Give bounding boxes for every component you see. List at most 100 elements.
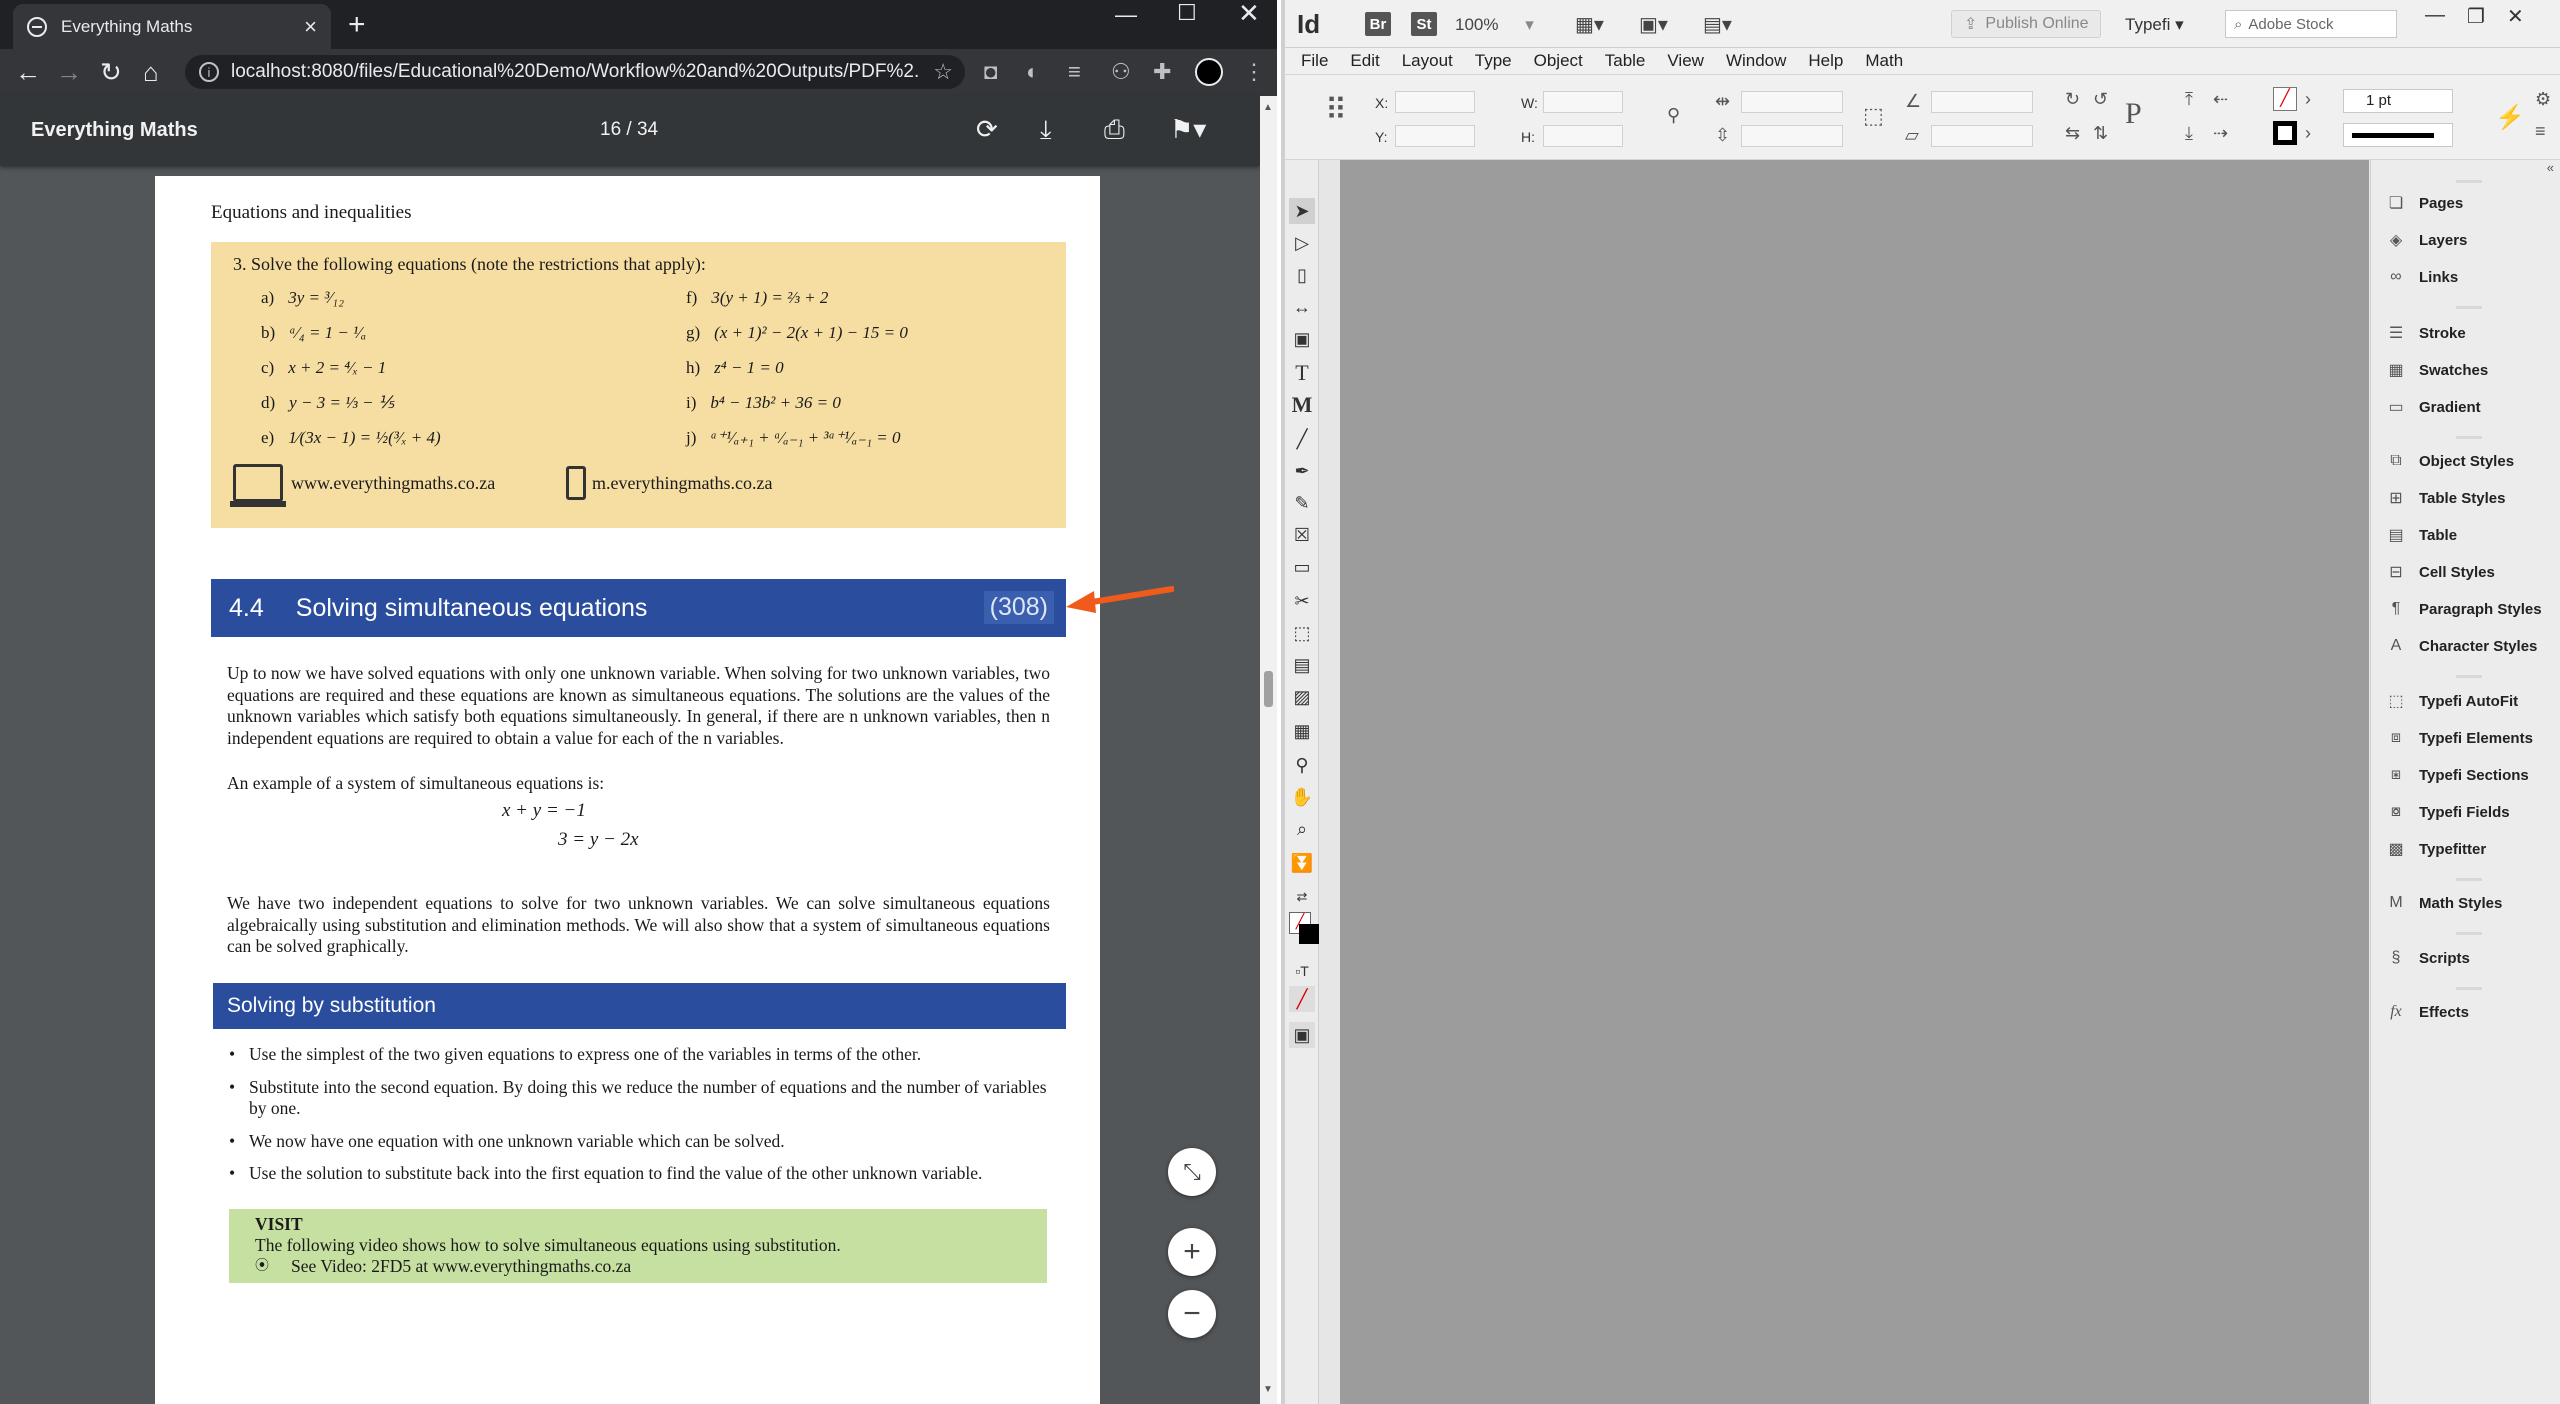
download-icon[interactable]: ⤓ (1040, 114, 1052, 146)
apply-none-icon[interactable]: ╱ (1289, 986, 1315, 1012)
page-tool-icon[interactable]: ▯ (1289, 262, 1315, 288)
gradient-feather-tool-icon[interactable]: ▨ (1289, 684, 1315, 710)
forward-icon[interactable]: → (56, 57, 82, 88)
scroll-up-icon[interactable]: ▲ (1263, 102, 1273, 113)
stroke-type-dropdown[interactable] (2343, 123, 2453, 147)
panel-table[interactable]: ▤ Table (2385, 526, 2457, 545)
shear-field[interactable] (1931, 125, 2033, 147)
scale-y-icon[interactable]: ⇳ (1715, 125, 1730, 146)
reload-icon[interactable]: ↻ (100, 57, 122, 88)
panel-menu-icon[interactable]: ≡ (2535, 121, 2546, 142)
constrain-scale-icon[interactable]: ⬚ (1863, 103, 1884, 129)
view-options-icon[interactable]: ▦▾ (1575, 12, 1604, 37)
menu-edit[interactable]: Edit (1350, 51, 1379, 71)
select-previous-icon[interactable]: ⇠ (2213, 89, 2228, 110)
menu-kebab-icon[interactable]: ⋮ (1243, 59, 1267, 84)
constrain-proportions-icon[interactable]: ⚲ (1667, 105, 1680, 126)
line-tool-icon[interactable]: ╱ (1289, 426, 1315, 452)
scroll-thumb[interactable] (1264, 671, 1273, 707)
panel-scripts[interactable]: § Scripts (2385, 949, 2470, 967)
screen-mode-icon[interactable]: ▣▾ (1639, 12, 1668, 37)
panel-typefi-fields[interactable]: ⧇ Typefi Fields (2385, 803, 2510, 821)
select-container-icon[interactable]: ⤒ (2185, 89, 2193, 110)
rotate-cw-icon[interactable]: ↻ (2065, 89, 2080, 110)
settings-gear-icon[interactable]: ⚙ (2535, 89, 2551, 110)
panel-paragraph-styles[interactable]: ¶ Paragraph Styles (2385, 600, 2542, 618)
print-icon[interactable]: ⎙ (1104, 114, 1125, 146)
collapse-panels-icon[interactable]: « (2547, 160, 2554, 175)
panel-effects[interactable]: fx Effects (2385, 1003, 2469, 1021)
extensions-puzzle-icon[interactable]: ✚ (1153, 59, 1177, 84)
circle-extension-icon[interactable]: ◐ (1026, 59, 1050, 84)
menu-help[interactable]: Help (1808, 51, 1843, 71)
minimize-icon[interactable]: — (2425, 4, 2445, 29)
panel-typefitter[interactable]: ▩ Typefitter (2385, 840, 2486, 859)
flip-vertical-icon[interactable]: ⇅ (2093, 123, 2108, 144)
eyedropper-tool-icon[interactable]: ⚲ (1289, 752, 1315, 778)
pdf-scrollbar[interactable]: ▲ ▼ (1260, 96, 1277, 1404)
maximize-icon[interactable]: ☐ (1177, 0, 1197, 25)
quick-apply-icon[interactable]: ⚡ (2495, 103, 2525, 132)
panel-stroke[interactable]: ☰ Stroke (2385, 324, 2466, 343)
video-link[interactable]: ⦿ See Video: 2FD5 at www.everythingmaths… (255, 1256, 1021, 1277)
scale-x-field[interactable] (1741, 91, 1843, 113)
back-icon[interactable]: ← (15, 57, 41, 88)
more-tools-icon[interactable]: ⏬ (1289, 850, 1315, 876)
stroke-menu-icon[interactable]: › (2305, 123, 2311, 144)
pdf-page-indicator[interactable]: 16 / 34 (600, 119, 658, 141)
x-field[interactable] (1395, 91, 1475, 113)
rotate-icon[interactable]: ⟳ (976, 114, 998, 145)
menu-file[interactable]: File (1301, 51, 1328, 71)
screen-mode-tool-icon[interactable]: ▣ (1289, 1022, 1315, 1048)
panel-object-styles[interactable]: ⧉ Object Styles (2385, 452, 2514, 470)
fill-menu-icon[interactable]: › (2305, 89, 2311, 110)
scale-y-field[interactable] (1741, 125, 1843, 147)
panel-typefi-sections[interactable]: ⧆ Typefi Sections (2385, 766, 2529, 784)
stroke-black-icon[interactable] (2273, 121, 2297, 145)
typefi-menu[interactable]: Typefi ▾ (2125, 15, 2184, 35)
new-tab-icon[interactable]: + (348, 8, 366, 42)
y-field[interactable] (1395, 125, 1475, 147)
fill-none-icon[interactable]: ╱ (2273, 87, 2297, 111)
fit-page-icon[interactable]: ⤡ (1168, 1148, 1216, 1196)
zoom-level[interactable]: 100% ▾ (1455, 15, 1534, 35)
arrange-documents-icon[interactable]: ▤▾ (1703, 12, 1732, 37)
bridge-button[interactable]: Br (1365, 12, 1391, 36)
pen-tool-icon[interactable]: ✒ (1289, 458, 1315, 484)
site-info-icon[interactable]: i (199, 62, 219, 82)
close-window-icon[interactable]: ✕ (1238, 0, 1260, 28)
camera-extension-icon[interactable]: ◘ (984, 59, 1008, 84)
shear-angle-icon[interactable]: ▱ (1905, 125, 1919, 146)
scissors-tool-icon[interactable]: ✂ (1289, 588, 1315, 614)
select-content-icon[interactable]: ⤓ (2185, 123, 2193, 144)
stock-button[interactable]: St (1411, 12, 1437, 36)
type-tool-icon[interactable]: T (1289, 360, 1315, 386)
menu-layout[interactable]: Layout (1402, 51, 1453, 71)
restore-icon[interactable]: ❐ (2467, 4, 2485, 29)
zoom-tool-icon[interactable]: ⌕ (1289, 816, 1315, 842)
scale-x-icon[interactable]: ⇹ (1715, 91, 1730, 112)
gap-tool-icon[interactable]: ↔ (1289, 294, 1315, 320)
panel-swatches[interactable]: ▦ Swatches (2385, 361, 2488, 380)
people-extension-icon[interactable]: ⚇ (1111, 59, 1135, 84)
rotate-angle-icon[interactable]: ∠ (1905, 91, 1921, 112)
rotation-field[interactable] (1931, 91, 2033, 113)
close-tab-icon[interactable]: × (304, 14, 317, 40)
bookmark-menu-icon[interactable]: ⚑▾ (1170, 114, 1206, 145)
scroll-down-icon[interactable]: ▼ (1263, 1384, 1273, 1395)
panel-character-styles[interactable]: A Character Styles (2385, 637, 2538, 655)
panel-layers[interactable]: ◈ Layers (2385, 231, 2468, 250)
panel-links[interactable]: ∞ Links (2385, 268, 2458, 286)
note-tool-icon[interactable]: ▦ (1289, 718, 1315, 744)
browser-tab[interactable]: Everything Maths × (13, 4, 331, 49)
profile-avatar[interactable] (1195, 58, 1223, 86)
panel-typefi-autofit[interactable]: ⬚ Typefi AutoFit (2385, 692, 2518, 711)
menu-math[interactable]: Math (1865, 51, 1903, 71)
w-field[interactable] (1543, 91, 1623, 113)
section-ref-link[interactable]: (308) (983, 591, 1054, 624)
pencil-tool-icon[interactable]: ✎ (1289, 490, 1315, 516)
document-pasteboard[interactable] (1340, 160, 2369, 1404)
panel-cell-styles[interactable]: ⊟ Cell Styles (2385, 563, 2495, 582)
flip-horizontal-icon[interactable]: ⇆ (2065, 123, 2080, 144)
formatting-affects-icon[interactable]: ▫T (1289, 958, 1315, 984)
